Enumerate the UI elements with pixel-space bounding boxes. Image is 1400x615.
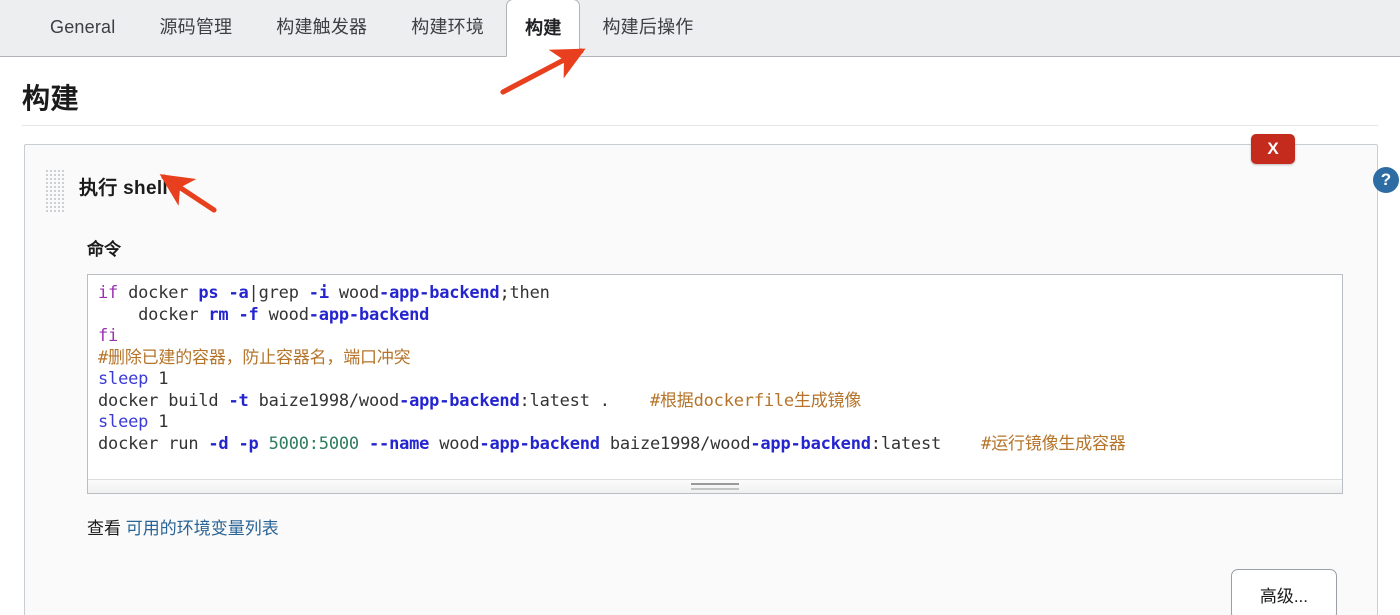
title-divider	[22, 125, 1378, 126]
delete-build-step-button[interactable]: X	[1251, 134, 1295, 164]
code-token: baize1998/wood	[599, 433, 751, 454]
code-token: rm	[208, 304, 239, 325]
code-token: sleep	[98, 369, 149, 389]
code-token: -app-backend	[479, 433, 600, 454]
code-token: docker build	[98, 390, 229, 411]
code-line: docker build -t baize1998/wood-app-backe…	[98, 391, 1332, 413]
advanced-button[interactable]: 高级...	[1230, 569, 1337, 615]
tab-build[interactable]: 构建	[506, 0, 581, 57]
tab-build-environment[interactable]: 构建环境	[389, 0, 506, 56]
code-token: :latest	[870, 433, 982, 454]
code-token: docker	[128, 283, 199, 303]
code-token: ;then	[499, 283, 550, 303]
build-step-header: 执行 shell	[45, 167, 1349, 213]
code-token: -p	[238, 433, 259, 454]
code-token: fi	[98, 326, 119, 346]
env-variables-link[interactable]: 可用的环境变量列表	[126, 519, 279, 538]
config-tab-bar: General 源码管理 构建触发器 构建环境 构建 构建后操作	[0, 0, 1400, 57]
code-token: wood	[258, 304, 309, 325]
code-token: grep	[258, 283, 309, 303]
command-editor[interactable]: if docker ps -a|grep -i wood-app-backend…	[87, 274, 1343, 494]
help-icon[interactable]: ?	[1373, 167, 1399, 193]
editor-resize-grip[interactable]	[691, 483, 739, 490]
code-token: sleep	[98, 412, 149, 432]
code-token: #根据dockerfile生成镜像	[649, 390, 862, 411]
code-token: #运行镜像生成容器	[981, 433, 1126, 454]
code-token: 1	[148, 412, 169, 432]
command-field-label: 命令	[87, 240, 121, 259]
code-line: fi	[98, 326, 1332, 348]
code-line: docker rm -f wood-app-backend	[98, 305, 1332, 327]
code-token: -app-backend	[308, 304, 430, 325]
code-line: sleep 1	[98, 412, 1332, 434]
tab-general[interactable]: General	[28, 0, 137, 56]
page-title: 构建	[22, 83, 80, 114]
tab-build-triggers[interactable]: 构建触发器	[254, 0, 389, 56]
code-token: |	[248, 283, 259, 303]
tab-post-build-actions[interactable]: 构建后操作	[580, 0, 715, 56]
code-line: sleep 1	[98, 369, 1332, 391]
code-token: docker run	[98, 433, 209, 454]
code-token: ps	[198, 283, 229, 303]
drag-handle-icon[interactable]	[45, 169, 65, 213]
command-editor-content[interactable]: if docker ps -a|grep -i wood-app-backend…	[88, 275, 1342, 459]
code-token: wood	[429, 433, 480, 454]
code-token: :latest .	[519, 390, 650, 411]
code-token: 5000:5000	[268, 433, 360, 454]
editor-resize-gutter[interactable]	[88, 479, 1342, 493]
build-step-title: 执行 shell	[79, 178, 168, 199]
code-token: if	[98, 283, 129, 303]
code-line: #删除已建的容器，防止容器名，端口冲突	[98, 348, 1332, 370]
code-token: docker	[98, 304, 209, 325]
tab-source-code-management[interactable]: 源码管理	[137, 0, 254, 56]
env-variables-row: 查看 可用的环境变量列表	[87, 514, 1349, 539]
code-token: -a	[228, 283, 249, 303]
page-header: 构建	[0, 57, 1400, 117]
code-token: -d	[208, 433, 239, 454]
code-token: -t	[228, 390, 249, 411]
code-token: -i	[308, 283, 329, 303]
code-token: 1	[148, 369, 169, 389]
code-token: --name	[369, 433, 430, 454]
code-token: -app-backend	[750, 433, 871, 454]
code-token: wood	[328, 283, 380, 303]
build-step-panel-wrapper: X ? 执行 shell 命令 if docker ps -a|grep -i …	[24, 134, 1399, 615]
code-token: -app-backend	[379, 283, 500, 303]
advanced-button-row: 高级...	[45, 569, 1349, 615]
code-token: -app-backend	[399, 390, 520, 411]
code-token: baize1998/wood	[248, 390, 400, 411]
code-token: -f	[238, 304, 259, 325]
env-variables-prefix: 查看	[87, 519, 121, 538]
code-token: #删除已建的容器，防止容器名，端口冲突	[98, 347, 411, 368]
code-line: if docker ps -a|grep -i wood-app-backend…	[98, 283, 1332, 305]
build-step-panel: X ? 执行 shell 命令 if docker ps -a|grep -i …	[24, 134, 1399, 615]
code-line: docker run -d -p 5000:5000 --name wood-a…	[98, 434, 1332, 456]
